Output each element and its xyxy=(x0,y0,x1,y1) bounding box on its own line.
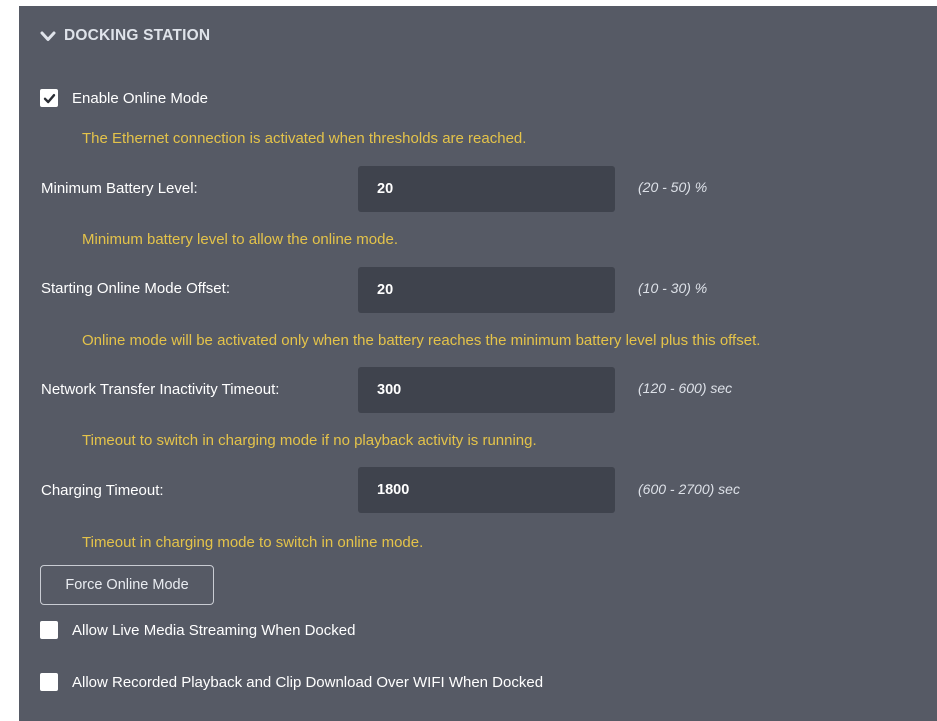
starting-online-mode-offset-range: (10 - 30) % xyxy=(638,280,708,296)
minimum-battery-level-input[interactable]: 20 xyxy=(358,166,615,212)
charging-timeout-label: Charging Timeout: xyxy=(41,482,164,499)
chevron-down-icon[interactable] xyxy=(40,30,56,42)
allow-live-media-streaming-row[interactable]: Allow Live Media Streaming When Docked xyxy=(40,621,355,639)
network-transfer-inactivity-timeout-input[interactable]: 300 xyxy=(358,367,615,413)
section-title: DOCKING STATION xyxy=(64,27,211,44)
checkmark-icon xyxy=(43,93,55,103)
starting-online-mode-offset-label: Starting Online Mode Offset: xyxy=(41,280,230,297)
minimum-battery-level-label: Minimum Battery Level: xyxy=(41,180,198,197)
charging-timeout-hint: Timeout in charging mode to switch in on… xyxy=(82,534,424,551)
charging-timeout-input[interactable]: 1800 xyxy=(358,467,615,513)
starting-online-mode-offset-input[interactable]: 20 xyxy=(358,267,615,313)
network-transfer-inactivity-timeout-hint: Timeout to switch in charging mode if no… xyxy=(82,432,537,449)
network-transfer-inactivity-timeout-range: (120 - 600) sec xyxy=(638,380,733,396)
minimum-battery-level-hint: Minimum battery level to allow the onlin… xyxy=(82,231,398,248)
allow-recorded-playback-row[interactable]: Allow Recorded Playback and Clip Downloa… xyxy=(40,673,543,691)
enable-online-mode-hint: The Ethernet connection is activated whe… xyxy=(82,130,527,147)
docking-station-panel: DOCKING STATION Enable Online Mode The E… xyxy=(19,6,937,721)
allow-live-media-streaming-label: Allow Live Media Streaming When Docked xyxy=(72,621,356,639)
allow-live-media-streaming-checkbox[interactable] xyxy=(40,621,58,639)
enable-online-mode-checkbox[interactable] xyxy=(40,89,58,107)
allow-recorded-playback-checkbox[interactable] xyxy=(40,673,58,691)
force-online-mode-button[interactable]: Force Online Mode xyxy=(40,565,214,605)
enable-online-mode-label: Enable Online Mode xyxy=(72,89,208,107)
starting-online-mode-offset-hint: Online mode will be activated only when … xyxy=(82,332,761,349)
section-header-docking-station[interactable]: DOCKING STATION xyxy=(40,27,210,45)
enable-online-mode-row[interactable]: Enable Online Mode xyxy=(40,89,208,107)
allow-recorded-playback-label: Allow Recorded Playback and Clip Downloa… xyxy=(72,673,544,691)
network-transfer-inactivity-timeout-label: Network Transfer Inactivity Timeout: xyxy=(41,381,280,398)
charging-timeout-range: (600 - 2700) sec xyxy=(638,481,740,497)
minimum-battery-level-range: (20 - 50) % xyxy=(638,179,708,195)
